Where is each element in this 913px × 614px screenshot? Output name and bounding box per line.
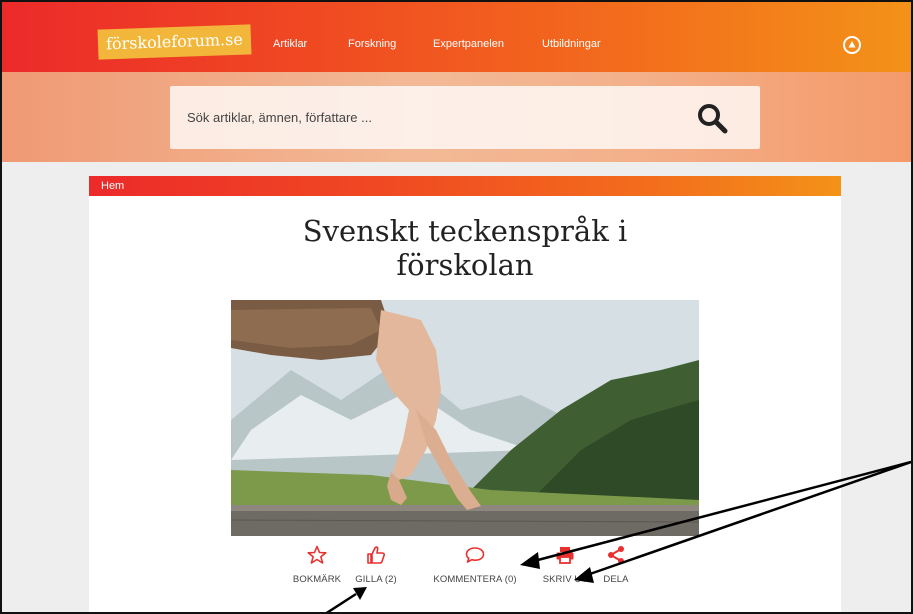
browser-viewport: förskoleforum.se Artiklar Forskning Expe… xyxy=(0,0,913,614)
annotation-arrows xyxy=(325,460,911,612)
